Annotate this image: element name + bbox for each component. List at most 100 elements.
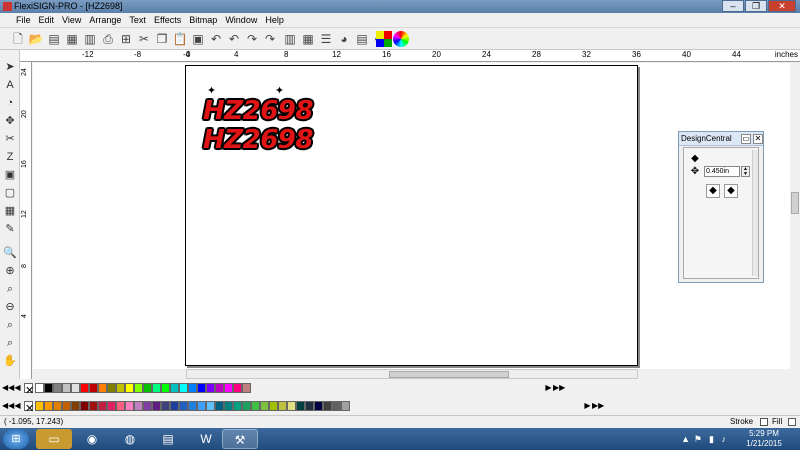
scroll-thumb[interactable] [791,192,799,214]
offset-outward-button[interactable]: ◆ [706,184,720,198]
palette-prev-arrow-icon[interactable]: ◀ [13,382,22,393]
text-tool-icon[interactable]: A [3,78,17,92]
menu-bitmap[interactable]: Bitmap [189,13,217,27]
color-swatch[interactable] [332,401,341,411]
color-swatch[interactable] [170,401,179,411]
design-text-line-2[interactable]: HZ2698 [203,125,313,155]
undo-multiple-icon[interactable]: ↶ [226,31,242,47]
color-swatch[interactable] [215,383,224,393]
print-icon[interactable]: ⎙ [100,31,116,47]
shape-tool-icon[interactable]: ◔ [3,96,17,110]
flexisign-icon[interactable]: ⚒ [222,429,258,449]
zoom-selected-icon[interactable]: ⌕ [3,318,17,332]
palette-next-arrow-icon[interactable]: ▶ [544,382,553,393]
color-swatch[interactable] [215,401,224,411]
layout-icon[interactable]: ▥ [282,31,298,47]
start-button[interactable]: ⊞ [3,429,29,449]
zoom-all-icon[interactable]: ⌕ [3,336,17,350]
color-swatch[interactable] [179,401,188,411]
color-swatch[interactable] [89,383,98,393]
palette-prev-arrow-icon[interactable]: ◀ [13,400,22,411]
pan-tool-icon[interactable]: ✋ [3,354,17,368]
no-color-swatch[interactable]: ✕ [24,401,34,415]
preview-icon[interactable]: ▤ [354,31,370,47]
panel-close-icon[interactable]: ✕ [753,134,763,144]
open-icon[interactable]: 📂 [28,31,44,47]
color-swatch[interactable] [143,401,152,411]
color-swatch[interactable] [242,401,251,411]
redo-icon[interactable]: ↷ [244,31,260,47]
job-icon[interactable]: ▦ [300,31,316,47]
color-swatch[interactable] [134,383,143,393]
distortion-tool-icon[interactable]: Z [3,150,17,164]
color-swatch[interactable] [143,383,152,393]
menu-help[interactable]: Help [265,13,284,27]
color-swatch[interactable] [44,383,53,393]
folder-icon[interactable]: ▤ [150,429,186,449]
zoom-page-icon[interactable]: ⌕ [3,282,17,296]
panel-pin-icon[interactable]: ▭ [741,134,751,144]
color-swatch[interactable] [188,383,197,393]
volume-icon[interactable]: ♪ [722,434,727,444]
color-swatch[interactable] [242,383,251,393]
color-swatch[interactable] [80,401,89,411]
select-tool-icon[interactable]: ➤ [3,60,17,74]
color-swatch[interactable] [125,383,134,393]
offset-inward-button[interactable]: ◆ [724,184,738,198]
close-button[interactable]: ✕ [768,0,796,12]
color-swatch[interactable] [98,401,107,411]
menu-view[interactable]: View [62,13,81,27]
output-icon[interactable]: ▥ [82,31,98,47]
maximize-button[interactable]: ❐ [745,0,767,12]
color-swatch[interactable] [233,383,242,393]
offset-value-field[interactable]: 0.450in [704,166,740,177]
stroke-color-swatch[interactable] [760,418,768,426]
zoom-out-icon[interactable]: ⊖ [3,300,17,314]
design-text-line-1[interactable]: HZ2698 [203,96,313,126]
vertical-scrollbar[interactable] [790,62,800,369]
color-swatch[interactable] [152,383,161,393]
menu-window[interactable]: Window [225,13,257,27]
undo-icon[interactable]: ↶ [208,31,224,47]
network-icon[interactable]: ▮ [709,434,714,445]
scroll-thumb[interactable] [389,371,509,378]
color-swatch[interactable] [278,401,287,411]
color-swatch[interactable] [116,383,125,393]
color-swatch[interactable] [197,383,206,393]
color-swatch[interactable] [71,383,80,393]
palette-first-arrow-icon[interactable]: ◀◀ [2,400,14,411]
color-wheel-icon[interactable]: ◕ [336,31,352,47]
redo-multiple-icon[interactable]: ↷ [262,31,278,47]
color-swatch[interactable] [161,383,170,393]
panel-scrollbar[interactable] [752,150,758,276]
tray-flag-icon[interactable]: ⚑ [694,434,702,445]
color-grid-icon[interactable] [376,31,392,47]
cut-icon[interactable]: ✂ [136,31,152,47]
chrome-icon[interactable]: ◉ [74,429,110,449]
fill-tool-icon[interactable]: ▦ [3,204,17,218]
color-swatch[interactable] [287,401,296,411]
menu-arrange[interactable]: Arrange [89,13,121,27]
palette-last-arrow-icon[interactable]: ▶▶ [592,400,604,411]
color-swatch[interactable] [71,401,80,411]
color-swatch[interactable] [35,401,44,411]
layers-icon[interactable]: ☰ [318,31,334,47]
color-swatch[interactable] [62,383,71,393]
color-swatch[interactable] [161,401,170,411]
no-color-swatch[interactable]: ✕ [24,383,34,397]
palette-first-arrow-icon[interactable]: ◀◀ [2,382,14,393]
color-swatch[interactable] [224,401,233,411]
tray-arrow-icon[interactable]: ▲ [681,434,690,444]
color-swatch[interactable] [152,401,161,411]
paste-special-icon[interactable]: ▣ [190,31,206,47]
paste-icon[interactable]: 📋 [172,31,188,47]
color-swatch[interactable] [314,401,323,411]
minimize-button[interactable]: – [722,0,744,12]
color-picker-icon[interactable] [393,31,409,47]
zoom-in-icon[interactable]: ⊕ [3,264,17,278]
color-swatch[interactable] [341,401,350,411]
fill-color-swatch[interactable] [788,418,796,426]
color-swatch[interactable] [170,383,179,393]
color-swatch[interactable] [260,401,269,411]
color-swatch[interactable] [80,383,89,393]
